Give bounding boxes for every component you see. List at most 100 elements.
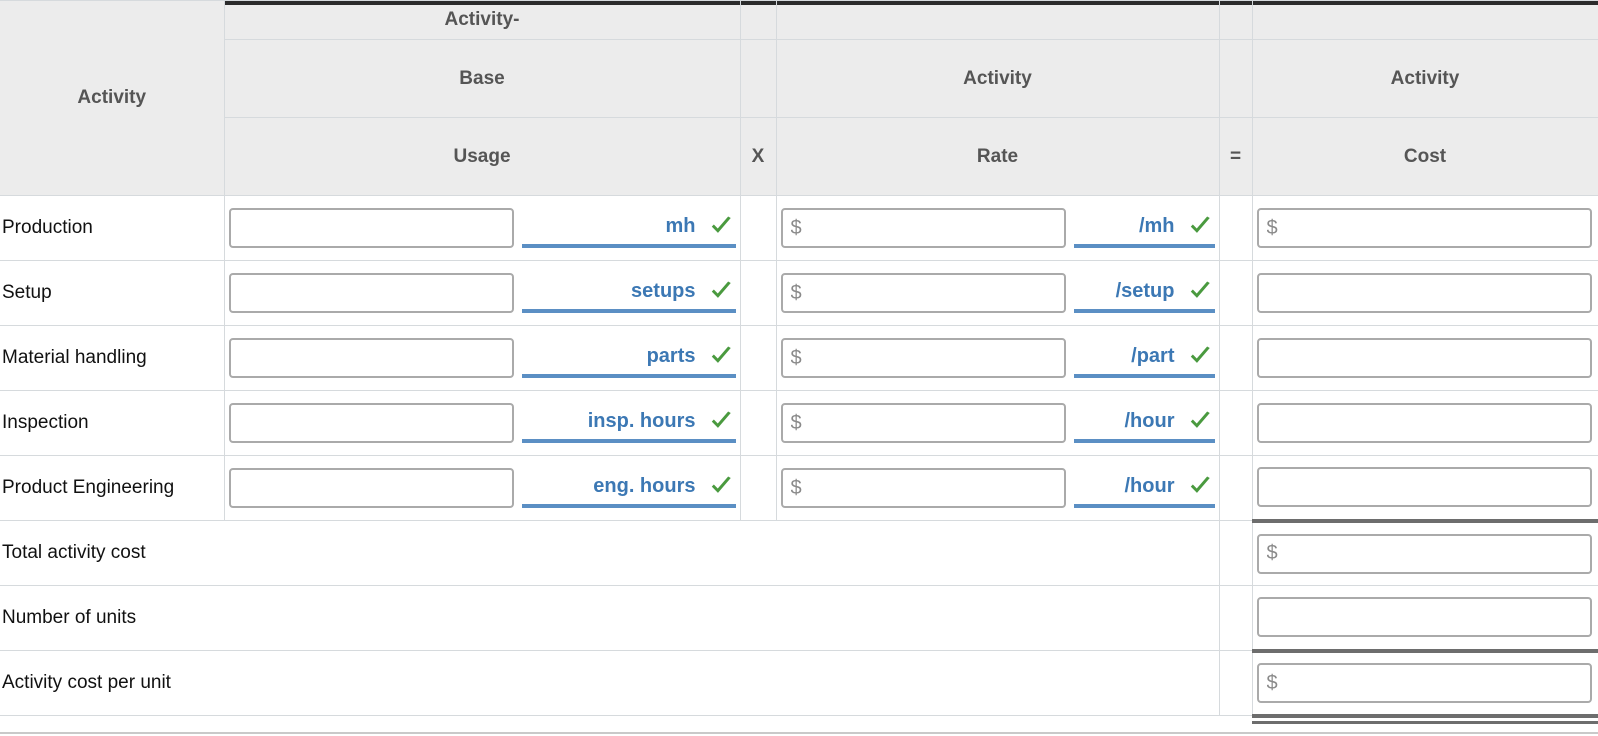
cost-input-2[interactable]	[1256, 273, 1592, 313]
rate-unit-5: /hour	[1073, 468, 1215, 508]
activity-name-cell: Setup	[0, 260, 225, 326]
table-body: Production mh/mh Setup setups/setup Material…	[0, 195, 1598, 730]
total-cost-cell	[1251, 585, 1598, 651]
header-activity-rate-group: Activity	[775, 39, 1220, 118]
rate-cell-inner: /mh	[777, 196, 1219, 260]
usage-unit-4: insp. hours	[521, 403, 736, 443]
rate-unit-2: /setup	[1073, 273, 1215, 313]
rate-input-2[interactable]	[780, 273, 1066, 313]
table-row: Production mh/mh	[0, 195, 1598, 261]
total-label-cell: Number of units	[0, 585, 1220, 651]
usage-input-2[interactable]	[228, 273, 514, 313]
unit-label: /mh	[1138, 214, 1175, 237]
cost-input-3[interactable]	[1256, 338, 1592, 378]
table-row: Setup setups/setup	[0, 260, 1598, 326]
cost-cell-inner	[1253, 261, 1598, 325]
cost-cell-inner	[1253, 391, 1598, 455]
cost-input-4[interactable]	[1256, 403, 1592, 443]
total-equals-spacer-cell	[1218, 650, 1253, 716]
top-clip-rule-4	[1220, 1, 1251, 5]
usage-check-icon-5	[708, 473, 734, 499]
unit-label: setups	[631, 279, 696, 302]
rate-cell: /setup	[775, 260, 1220, 326]
total-equals-spacer-cell	[1218, 520, 1253, 586]
total-label-cell: Total activity cost	[0, 520, 1220, 586]
cost-cell	[1251, 195, 1598, 261]
total-equals-spacer-cell	[1218, 585, 1253, 651]
cost-cell-inner	[1253, 456, 1598, 519]
usage-unit-3: parts	[521, 338, 736, 378]
unit-label: /part	[1131, 344, 1175, 367]
cost-cell	[1251, 325, 1598, 391]
cost-input-1[interactable]	[1256, 208, 1592, 248]
number-of-units-input[interactable]	[1256, 597, 1592, 638]
header-usage: Usage	[223, 117, 741, 196]
equals-operator-cell	[1218, 260, 1253, 326]
header-blank-equals-mid	[1218, 39, 1253, 118]
total-label-cell: Activity cost per unit	[0, 650, 1220, 716]
usage-cell-inner: insp. hours	[225, 391, 740, 455]
header-times-operator: X	[739, 117, 777, 196]
cost-cell	[1251, 455, 1598, 521]
cost-cell-inner	[1253, 196, 1598, 260]
rate-cell: /hour	[775, 390, 1220, 456]
usage-input-3[interactable]	[228, 338, 514, 378]
equals-operator-cell	[1218, 195, 1253, 261]
total-activity-cost-input[interactable]	[1256, 533, 1592, 574]
total-cost-cell	[1251, 648, 1598, 726]
top-clip-rule	[225, 1, 739, 5]
total-cost-cell	[1251, 518, 1598, 586]
rate-cell-inner: /hour	[777, 456, 1219, 520]
rate-cell: /mh	[775, 195, 1220, 261]
usage-cell-inner: eng. hours	[225, 456, 740, 520]
unit-label: /hour	[1124, 409, 1175, 432]
equals-operator-cell	[1218, 390, 1253, 456]
rate-cell: /part	[775, 325, 1220, 391]
rate-cell-inner: /hour	[777, 391, 1219, 455]
activity-cost-per-unit-input[interactable]	[1256, 663, 1592, 703]
cost-cell-inner	[1253, 326, 1598, 390]
multiply-operator-cell	[739, 390, 777, 456]
activity-name-cell: Production	[0, 195, 225, 261]
rate-input-1[interactable]	[780, 208, 1066, 248]
rate-unit-4: /hour	[1073, 403, 1215, 443]
cost-input-5[interactable]	[1256, 467, 1592, 508]
usage-cell-inner: mh	[225, 196, 740, 260]
rate-check-icon-3	[1187, 343, 1213, 369]
usage-input-5[interactable]	[228, 468, 514, 508]
multiply-operator-cell	[739, 260, 777, 326]
rate-input-5[interactable]	[780, 468, 1066, 508]
header-activity: Activity	[0, 0, 225, 196]
header-group-cost	[1251, 0, 1598, 40]
total-cost-cell-inner	[1253, 586, 1598, 649]
rate-input-4[interactable]	[780, 403, 1066, 443]
rate-input-3[interactable]	[780, 338, 1066, 378]
usage-check-icon-4	[708, 408, 734, 434]
header-blank-times-mid	[739, 39, 777, 118]
rate-check-icon-5	[1187, 473, 1213, 499]
table-header: Activity Activity- Base Activity Activit…	[0, 0, 1598, 196]
usage-input-4[interactable]	[228, 403, 514, 443]
header-rate: Rate	[775, 117, 1220, 196]
rate-cell-inner: /setup	[777, 261, 1219, 325]
header-group-base-label: Activity-	[444, 9, 520, 30]
table-row: Product Engineering eng. hours/hour	[0, 455, 1598, 521]
usage-cell: parts	[223, 325, 741, 391]
rate-cell: /hour	[775, 455, 1220, 521]
header-base: Base	[223, 39, 741, 118]
usage-cell: insp. hours	[223, 390, 741, 456]
unit-label: /setup	[1115, 279, 1175, 302]
header-group-base: Activity-	[223, 0, 741, 40]
rate-unit-3: /part	[1073, 338, 1215, 378]
total-row: Number of units	[0, 585, 1598, 651]
header-equals-operator: =	[1218, 117, 1253, 196]
usage-check-icon-3	[708, 343, 734, 369]
rate-cell-inner: /part	[777, 326, 1219, 390]
usage-input-1[interactable]	[228, 208, 514, 248]
total-row: Total activity cost	[0, 518, 1598, 586]
unit-label: insp. hours	[587, 409, 696, 432]
usage-check-icon-2	[708, 278, 734, 304]
multiply-operator-cell	[739, 325, 777, 391]
activity-name-cell: Inspection	[0, 390, 225, 456]
activity-based-costing-worksheet: Activity Activity- Base Activity Activit…	[0, 0, 1598, 736]
